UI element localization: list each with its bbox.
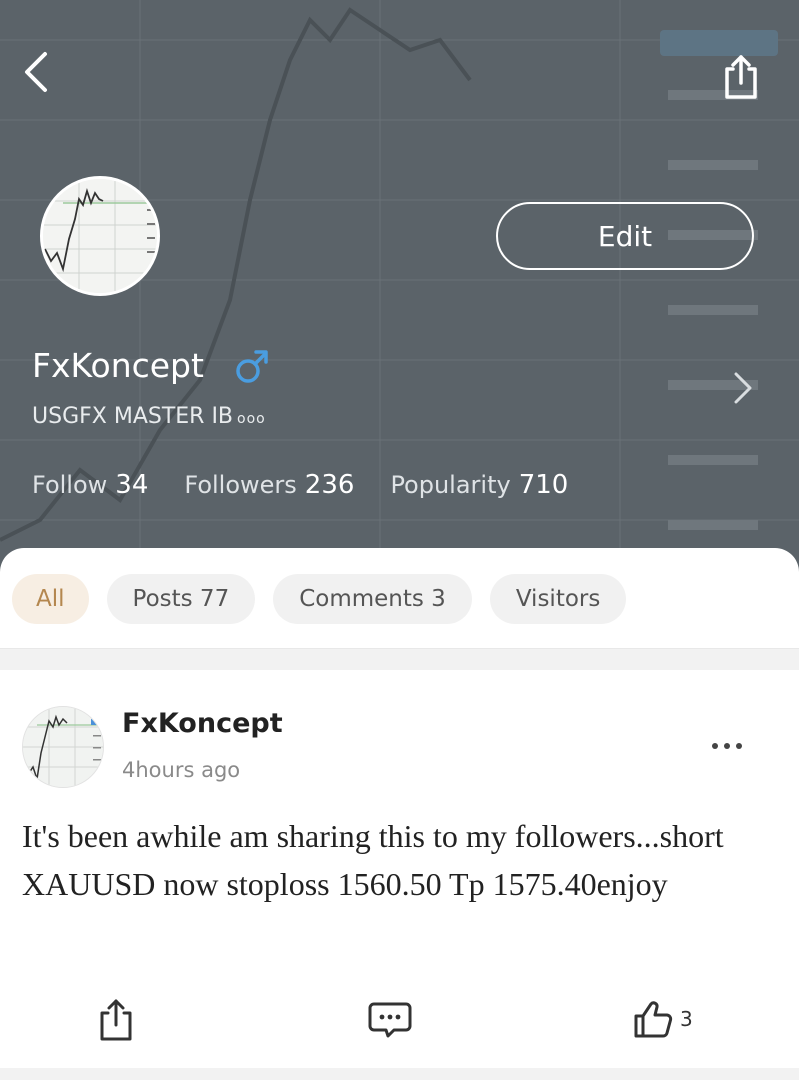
edit-profile-button[interactable]: Edit	[496, 202, 754, 270]
filter-tabs: All Posts 77 Comments 3 Visitors	[12, 574, 644, 624]
post-timestamp: 4hours ago	[122, 758, 241, 782]
post-author-avatar[interactable]	[22, 706, 104, 788]
profile-bio: USGFX MASTER IB ooo	[32, 404, 266, 429]
male-icon	[236, 350, 268, 383]
share-icon	[725, 55, 757, 99]
profile-header: Edit FxKoncept USGFX MASTER IB ooo Follow…	[0, 0, 799, 580]
chevron-right-icon[interactable]	[726, 370, 758, 406]
post-more-button[interactable]	[704, 728, 750, 764]
stat-value: 710	[518, 470, 569, 500]
bio-more-dots: ooo	[237, 411, 266, 427]
chart-thumbnail-image	[43, 179, 157, 293]
more-dots-icon	[712, 743, 742, 749]
post-comment-button[interactable]	[366, 994, 414, 1044]
share-icon	[100, 999, 132, 1041]
tab-posts[interactable]: Posts 77	[106, 574, 256, 624]
stat-follow[interactable]: Follow 34	[32, 470, 148, 500]
post-like-button[interactable]: 3	[632, 994, 693, 1044]
profile-bio-text: USGFX MASTER IB	[32, 404, 234, 429]
post-body: It's been awhile am sharing this to my f…	[22, 818, 724, 902]
stat-value: 34	[115, 470, 149, 500]
profile-name: FxKoncept	[32, 346, 204, 385]
back-button[interactable]	[14, 48, 58, 96]
chart-thumbnail-image	[23, 707, 103, 787]
stat-followers[interactable]: Followers 236	[184, 470, 354, 500]
section-divider	[0, 648, 799, 670]
stat-label: Popularity	[390, 471, 511, 499]
profile-stats: Follow 34 Followers 236 Popularity 710	[32, 470, 604, 510]
stat-label: Followers	[184, 471, 297, 499]
like-count: 3	[680, 1007, 693, 1031]
post-share-button[interactable]	[96, 994, 136, 1044]
bottom-divider	[0, 1068, 799, 1080]
thumbs-up-icon	[634, 1001, 673, 1038]
tab-visitors[interactable]: Visitors	[489, 574, 627, 624]
profile-avatar[interactable]	[40, 176, 160, 296]
comment-icon	[368, 1002, 412, 1038]
tab-comments[interactable]: Comments 3	[273, 574, 472, 624]
share-profile-button[interactable]	[716, 50, 766, 104]
stat-value: 236	[304, 470, 355, 500]
tab-all[interactable]: All	[12, 574, 89, 624]
stat-label: Follow	[32, 471, 108, 499]
post-author-name[interactable]: FxKoncept	[122, 708, 283, 739]
chevron-left-icon	[25, 52, 47, 92]
stat-popularity[interactable]: Popularity 710	[390, 470, 568, 500]
